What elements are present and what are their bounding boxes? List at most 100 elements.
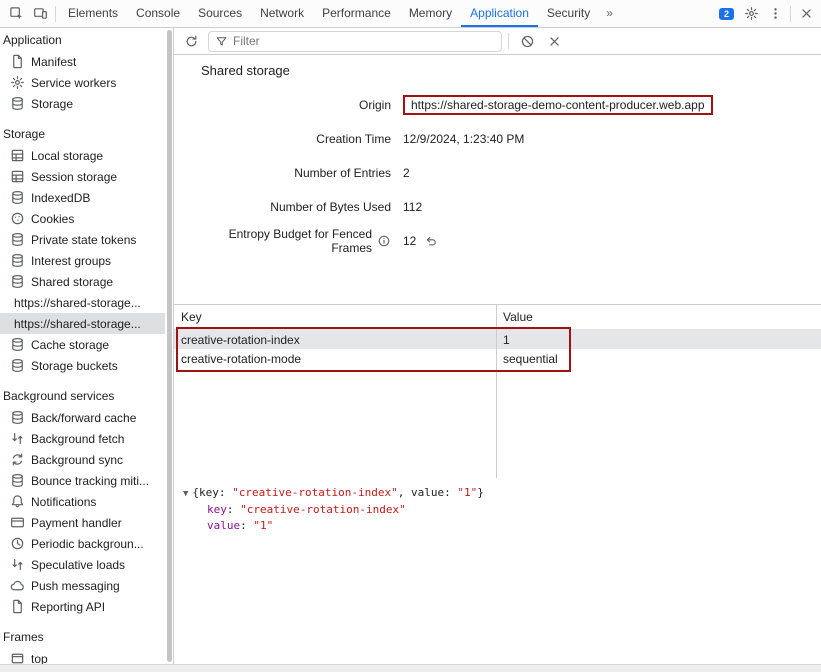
table-row[interactable]: creative-rotation-modesequential xyxy=(174,349,821,368)
property-value: "1" xyxy=(253,519,273,532)
column-divider[interactable] xyxy=(496,305,497,478)
database-icon xyxy=(10,337,25,352)
database-icon xyxy=(10,358,25,373)
sidebar-section-title: Frames xyxy=(0,627,165,648)
sidebar-item-local-storage[interactable]: Local storage xyxy=(0,145,165,166)
sidebar-item-storage[interactable]: Storage xyxy=(0,93,165,114)
inspect-element-icon[interactable] xyxy=(4,2,28,26)
field-value: 112 xyxy=(403,200,422,214)
sidebar-item-indexeddb[interactable]: IndexedDB xyxy=(0,187,165,208)
field-label-text: Origin xyxy=(359,98,391,112)
sidebar-item-private-state-tokens[interactable]: Private state tokens xyxy=(0,229,165,250)
sidebar-item-label: Back/forward cache xyxy=(31,411,136,425)
field-value-text: 12/9/2024, 1:23:40 PM xyxy=(403,132,524,146)
delete-selected-icon[interactable] xyxy=(542,29,566,53)
database-icon xyxy=(10,410,25,425)
refresh-icon[interactable] xyxy=(179,29,203,53)
cloud-icon xyxy=(10,578,25,593)
sidebar-item-label: Cookies xyxy=(31,212,74,226)
table-row[interactable]: creative-rotation-index1 xyxy=(174,330,821,349)
payment-icon xyxy=(10,515,25,530)
sidebar-item-background-fetch[interactable]: Background fetch xyxy=(0,428,165,449)
device-toolbar-icon[interactable] xyxy=(28,2,52,26)
field-label: Creation Time xyxy=(201,132,391,146)
tab-security[interactable]: Security xyxy=(538,0,599,27)
field-value-text-annotated: https://shared-storage-demo-content-prod… xyxy=(403,95,713,115)
sidebar-item-back-forward-cache[interactable]: Back/forward cache xyxy=(0,407,165,428)
sidebar-item-label: Payment handler xyxy=(31,516,122,530)
property-separator: : xyxy=(240,519,253,532)
info-icon[interactable] xyxy=(377,234,391,248)
sidebar-item-top[interactable]: top xyxy=(0,648,165,665)
sidebar-item-shared-storage[interactable]: Shared storage xyxy=(0,271,165,292)
sidebar-item-label: Local storage xyxy=(31,149,103,163)
tab-memory[interactable]: Memory xyxy=(400,0,461,27)
sidebar-scrollbar[interactable] xyxy=(166,30,173,662)
clear-all-icon[interactable] xyxy=(515,29,539,53)
field-creation-time: Creation Time 12/9/2024, 1:23:40 PM xyxy=(201,122,821,156)
sidebar-item-label: https://shared-storage... xyxy=(14,317,141,331)
table-icon xyxy=(10,148,25,163)
sidebar-item-notifications[interactable]: Notifications xyxy=(0,491,165,512)
tab-console[interactable]: Console xyxy=(127,0,189,27)
tab-sources[interactable]: Sources xyxy=(189,0,251,27)
sidebar-item-background-sync[interactable]: Background sync xyxy=(0,449,165,470)
field-label: Number of Entries xyxy=(201,166,391,180)
tabbar-right-controls: 2 xyxy=(714,2,821,26)
sidebar-item-interest-groups[interactable]: Interest groups xyxy=(0,250,165,271)
column-header-value[interactable]: Value xyxy=(496,310,821,324)
filter-box xyxy=(208,31,502,52)
sidebar-item-https-shared-storage[interactable]: https://shared-storage... xyxy=(0,292,165,313)
sidebar-item-payment-handler[interactable]: Payment handler xyxy=(0,512,165,533)
sidebar-section-title: Background services xyxy=(0,386,165,407)
sidebar-item-session-storage[interactable]: Session storage xyxy=(0,166,165,187)
column-header-key[interactable]: Key xyxy=(174,310,496,324)
sidebar-section-title: Storage xyxy=(0,124,165,145)
sidebar-item-https-shared-storage[interactable]: https://shared-storage... xyxy=(0,313,165,334)
tab-performance[interactable]: Performance xyxy=(313,0,400,27)
more-tabs-button[interactable]: » xyxy=(599,0,620,27)
field-value: https://shared-storage-demo-content-prod… xyxy=(403,95,713,115)
sidebar-item-periodic-backgroun[interactable]: Periodic backgroun... xyxy=(0,533,165,554)
kebab-menu-icon[interactable] xyxy=(763,2,787,26)
sidebar-item-reporting-api[interactable]: Reporting API xyxy=(0,596,165,617)
background-fetch-icon xyxy=(10,431,25,446)
tab-network[interactable]: Network xyxy=(251,0,313,27)
preview-property: key: "creative-rotation-index" xyxy=(207,502,821,518)
sidebar-item-storage-buckets[interactable]: Storage buckets xyxy=(0,355,165,376)
tab-elements[interactable]: Elements xyxy=(59,0,127,27)
page-title: Shared storage xyxy=(201,63,821,78)
field-label: Origin xyxy=(201,98,391,112)
bell-icon xyxy=(10,494,25,509)
background-sync-icon xyxy=(10,452,25,467)
horizontal-scrollbar[interactable] xyxy=(0,664,821,672)
sidebar-item-service-workers[interactable]: Service workers xyxy=(0,72,165,93)
shared-storage-metadata: Shared storage Origin https://shared-stor… xyxy=(174,55,821,258)
filter-input[interactable] xyxy=(233,34,495,48)
close-devtools-icon[interactable] xyxy=(794,2,818,26)
sidebar-item-manifest[interactable]: Manifest xyxy=(0,51,165,72)
expander-triangle-icon[interactable]: ▼ xyxy=(183,489,188,499)
shared-storage-panel: Shared storage Origin https://shared-stor… xyxy=(173,28,821,672)
settings-gear-icon[interactable] xyxy=(739,2,763,26)
sidebar-item-bounce-tracking-miti[interactable]: Bounce tracking miti... xyxy=(0,470,165,491)
sidebar-section-storage: Storage Local storage Session storage Index… xyxy=(0,124,165,376)
sidebar-item-label: Session storage xyxy=(31,170,117,184)
issues-count-badge[interactable]: 2 xyxy=(714,8,739,20)
table-header: KeyValue xyxy=(174,305,821,330)
sidebar-item-label: Push messaging xyxy=(31,579,120,593)
tab-application[interactable]: Application xyxy=(461,0,538,27)
sidebar-item-label: Periodic backgroun... xyxy=(31,537,144,551)
devtools-tabbar: ElementsConsoleSourcesNetworkPerformance… xyxy=(0,0,821,28)
divider xyxy=(55,6,56,22)
sidebar-item-cache-storage[interactable]: Cache storage xyxy=(0,334,165,355)
sidebar-item-speculative-loads[interactable]: Speculative loads xyxy=(0,554,165,575)
sidebar-item-push-messaging[interactable]: Push messaging xyxy=(0,575,165,596)
sidebar-item-cookies[interactable]: Cookies xyxy=(0,208,165,229)
cell-key: creative-rotation-index xyxy=(174,333,496,347)
preview-token: {key: xyxy=(192,486,232,499)
sidebar-scrollbar-thumb[interactable] xyxy=(167,30,172,662)
sidebar-item-label: IndexedDB xyxy=(31,191,90,205)
cell-value: 1 xyxy=(496,333,821,347)
reset-budget-icon[interactable] xyxy=(424,234,438,248)
